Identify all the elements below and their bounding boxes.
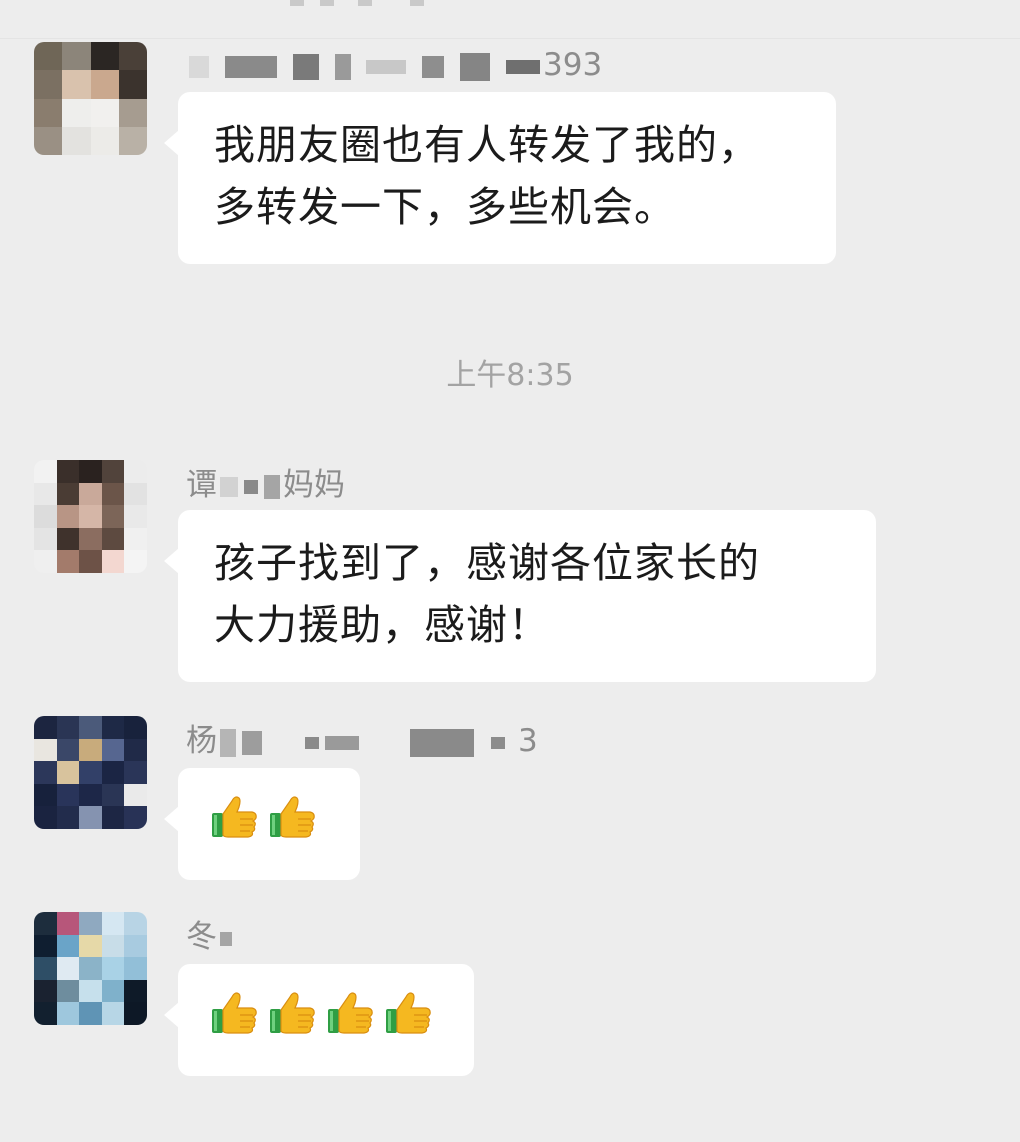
redacted-name [410, 728, 474, 757]
avatar[interactable] [34, 42, 147, 155]
redacted-name [220, 931, 232, 946]
sender-name-suffix: 妈妈 [283, 467, 345, 503]
redacted-name [220, 728, 236, 757]
redacted-block [358, 0, 372, 6]
redacted-name [264, 474, 280, 499]
avatar[interactable] [34, 460, 147, 573]
timestamp: 上午8:35 [446, 358, 574, 393]
redacted-name [292, 53, 319, 80]
redacted-name [506, 59, 541, 74]
redacted-name [491, 736, 505, 749]
redacted-name [305, 736, 319, 749]
message-bubble[interactable]: 我朋友圈也有人转发了我的， 多转发一下，多些机会。 [164, 92, 836, 264]
sender-name-text: 393 [543, 47, 603, 83]
redacted-block [320, 0, 334, 6]
thumbs-up-icon [268, 987, 318, 1054]
redacted-block [290, 0, 304, 6]
thumbs-up-icon [210, 791, 260, 858]
redacted-name [460, 52, 491, 81]
redacted-name [422, 55, 445, 78]
message-bubble[interactable] [164, 768, 360, 880]
thumbs-up-icon [326, 987, 376, 1054]
message-text-line: 我朋友圈也有人转发了我的， [214, 121, 760, 169]
emoji-row [210, 989, 442, 1051]
sender-name-prefix: 谭 [186, 467, 217, 503]
message-bubble[interactable]: 孩子找到了，感谢各位家长的 大力援助，感谢！ [164, 510, 876, 682]
redacted-name [366, 59, 407, 74]
redacted-name [242, 730, 262, 755]
sender-name: 冬 [186, 922, 235, 953]
avatar[interactable] [34, 716, 147, 829]
sender-name: 393 [186, 50, 602, 81]
sender-name-prefix: 冬 [186, 919, 217, 955]
sender-name-suffix: 3 [518, 723, 538, 759]
sender-name-prefix: 杨 [186, 723, 217, 759]
redacted-name [189, 55, 209, 78]
top-strip [0, 0, 1020, 39]
message-text-line: 大力援助，感谢！ [214, 601, 550, 649]
redacted-name [334, 53, 351, 80]
thumbs-up-icon [210, 987, 260, 1054]
redacted-block [410, 0, 424, 6]
redacted-name [220, 476, 238, 497]
thumbs-up-icon [384, 987, 434, 1054]
redacted-name [244, 479, 258, 494]
message-bubble[interactable] [164, 964, 474, 1076]
sender-name: 谭 妈妈 [186, 470, 345, 501]
message-text-line: 多转发一下，多些机会。 [214, 183, 676, 231]
message-text-line: 孩子找到了，感谢各位家长的 [214, 539, 760, 587]
emoji-row [210, 793, 328, 855]
thumbs-up-icon [268, 791, 318, 858]
redacted-name [224, 55, 277, 78]
avatar[interactable] [34, 912, 147, 1025]
redacted-name [325, 735, 359, 750]
sender-name: 杨3 [186, 726, 538, 757]
